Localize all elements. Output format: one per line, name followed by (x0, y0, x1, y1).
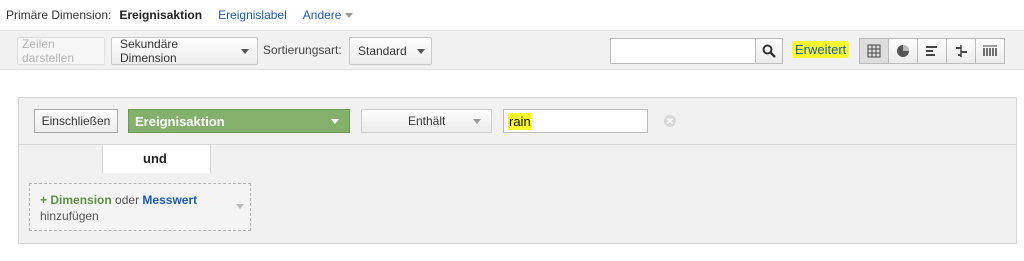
search-icon (762, 44, 776, 58)
search-input[interactable] (610, 38, 756, 64)
show-rows-label: Zeilen darstellen (22, 37, 75, 65)
add-dimension-or-metric-box[interactable]: + Dimension oder Messwert hinzufügen (29, 183, 251, 231)
view-bar-button[interactable] (917, 38, 947, 64)
advanced-filter-link[interactable]: Erweitert (792, 41, 850, 58)
remove-condition-button[interactable] (664, 115, 676, 127)
sort-select[interactable]: Standard (349, 37, 432, 65)
primary-dimension-label: Primäre Dimension: (6, 8, 112, 22)
filter-dimension-value: Ereignisaktion (135, 113, 225, 129)
or-text: oder (115, 193, 140, 207)
secondary-dimension-select[interactable]: Sekundäre Dimension (111, 37, 258, 65)
connector-left-segment (18, 145, 103, 173)
filter-value-text: rain (508, 112, 532, 130)
add-metric-link[interactable]: Messwert (142, 193, 197, 207)
view-switcher (859, 38, 1005, 64)
include-select[interactable]: Einschließen (34, 109, 118, 133)
show-rows-button[interactable]: Zeilen darstellen (17, 37, 105, 65)
chevron-down-icon (241, 48, 249, 54)
match-type-value: Enthält (408, 114, 446, 128)
sort-label: Sortierungsart: (263, 43, 342, 57)
add-dimension-link[interactable]: Dimension (50, 193, 111, 207)
chevron-down-icon (345, 13, 354, 19)
connector-right-segment (210, 145, 1017, 173)
close-icon (666, 117, 674, 125)
view-pie-button[interactable] (888, 38, 918, 64)
search-button[interactable] (755, 38, 783, 64)
match-type-select[interactable]: Enthält (361, 109, 492, 133)
pivot-icon (983, 45, 997, 56)
filter-dimension-select[interactable]: Ereignisaktion (128, 109, 350, 133)
bar-chart-icon (926, 46, 937, 56)
chevron-down-icon (416, 48, 425, 54)
view-table-button[interactable] (859, 38, 889, 64)
view-pivot-button[interactable] (975, 38, 1005, 64)
and-connector-label: und (143, 151, 167, 166)
add-text: hinzufügen (40, 209, 99, 223)
chevron-down-icon (331, 119, 339, 124)
primary-dimension-bar: Primäre Dimension: Ereignisaktion Ereign… (6, 6, 354, 24)
comparison-icon (956, 45, 967, 57)
chevron-down-icon (236, 204, 244, 209)
primary-dimension-more[interactable]: Andere (303, 8, 354, 22)
include-label: Einschließen (41, 114, 111, 128)
primary-dimension-active[interactable]: Ereignisaktion (119, 8, 202, 22)
table-grid-icon (867, 44, 881, 58)
primary-dimension-more-label: Andere (302, 8, 342, 22)
plus-icon: + (40, 193, 48, 207)
chevron-down-icon (473, 119, 481, 124)
view-comparison-button[interactable] (946, 38, 976, 64)
filter-value-input[interactable]: rain (503, 109, 648, 133)
pie-chart-icon (897, 45, 909, 57)
primary-dimension-option-eventlabel[interactable]: Ereignislabel (218, 8, 287, 22)
secondary-dimension-label: Sekundäre Dimension (120, 37, 179, 65)
report-toolbar: Zeilen darstellen Sekundäre Dimension So… (0, 30, 1024, 70)
sort-value: Standard (358, 44, 407, 58)
